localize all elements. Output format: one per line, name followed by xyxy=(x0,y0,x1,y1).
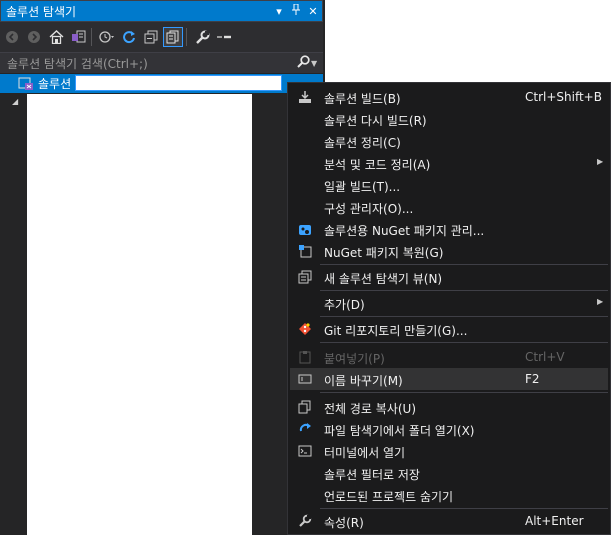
refresh-icon[interactable] xyxy=(119,27,139,47)
menu-item-shortcut: Ctrl+Shift+B xyxy=(525,90,602,104)
tree-item-label: 솔루션 xyxy=(38,77,72,91)
home-icon[interactable] xyxy=(46,27,66,47)
build-icon xyxy=(290,86,320,108)
menu-item-label: 전체 경로 복사(U) xyxy=(324,402,417,416)
pin-icon[interactable] xyxy=(288,3,304,18)
menu-item-label: 속성(R) xyxy=(324,516,364,530)
solution-explorer-search[interactable]: 솔루션 탐색기 검색(Ctrl+;) ▼ xyxy=(0,52,323,73)
menu-item-label: 붙여넣기(P) xyxy=(324,352,385,366)
menu-item-shortcut: Ctrl+V xyxy=(525,350,565,364)
menu-item-batch-build[interactable]: 일괄 빌드(T)... xyxy=(290,174,608,196)
chevron-down-icon[interactable]: ▾ xyxy=(271,5,287,18)
menu-item-label: 솔루션 빌드(B) xyxy=(324,92,401,106)
menu-item-rename[interactable]: 이름 바꾸기(M) F2 xyxy=(290,368,608,390)
preview-selected-items-icon[interactable] xyxy=(214,27,234,47)
panel-toolbar xyxy=(0,22,323,52)
switch-views-icon[interactable] xyxy=(68,27,88,47)
menu-item-label: 구성 관리자(O)... xyxy=(324,202,414,216)
open-folder-icon xyxy=(290,418,320,440)
menu-separator xyxy=(320,508,608,509)
menu-item-create-git-repository[interactable]: Git 리포지토리 만들기(G)... xyxy=(290,318,608,340)
search-input-placeholder[interactable]: 솔루션 탐색기 검색(Ctrl+;) xyxy=(7,55,295,72)
menu-item-rebuild-solution[interactable]: 솔루션 다시 빌드(R) xyxy=(290,108,608,130)
show-all-files-icon[interactable] xyxy=(163,27,183,47)
tree-expander-icon[interactable]: ◢ xyxy=(12,97,18,106)
menu-item-save-as-solution-filter[interactable]: 솔루션 필터로 저장 xyxy=(290,462,608,484)
submenu-arrow-icon: ▶ xyxy=(597,157,604,166)
rename-icon xyxy=(290,368,320,390)
menu-item-label: 솔루션용 NuGet 패키지 관리... xyxy=(324,224,485,238)
menu-separator xyxy=(320,342,608,343)
context-menu: 솔루션 빌드(B) Ctrl+Shift+B 솔루션 다시 빌드(R) 솔루션 … xyxy=(287,82,611,535)
search-options-chevron-icon[interactable]: ▼ xyxy=(311,59,323,68)
menu-item-open-in-terminal[interactable]: 터미널에서 열기 xyxy=(290,440,608,462)
menu-item-label: 터미널에서 열기 xyxy=(324,446,406,460)
nuget-restore-icon xyxy=(290,240,320,262)
menu-item-open-folder-in-file-explorer[interactable]: 파일 탐색기에서 폴더 열기(X) xyxy=(290,418,608,440)
menu-item-label: 일괄 빌드(T)... xyxy=(324,180,401,194)
menu-item-label: 언로드된 프로젝트 숨기기 xyxy=(324,490,454,504)
panel-title-bar: 솔루션 탐색기 ▾ ✕ xyxy=(0,0,323,22)
forward-icon[interactable] xyxy=(24,27,44,47)
tree-content-area xyxy=(27,94,252,535)
menu-item-label: 새 솔루션 탐색기 뷰(N) xyxy=(324,272,443,286)
copy-icon xyxy=(290,396,320,418)
terminal-icon xyxy=(290,440,320,462)
menu-item-paste[interactable]: 붙여넣기(P) Ctrl+V xyxy=(290,346,608,368)
wrench-icon xyxy=(290,510,320,532)
toolbar-separator xyxy=(186,28,187,46)
menu-item-label: 파일 탐색기에서 폴더 열기(X) xyxy=(324,424,475,438)
new-view-icon xyxy=(290,266,320,288)
solution-icon xyxy=(18,77,34,91)
toolbar-separator xyxy=(91,28,92,46)
search-icon[interactable] xyxy=(295,54,311,72)
menu-item-new-solution-explorer-view[interactable]: 새 솔루션 탐색기 뷰(N) xyxy=(290,266,608,288)
menu-separator xyxy=(320,392,608,393)
menu-item-label: 솔루션 다시 빌드(R) xyxy=(324,114,427,128)
menu-item-shortcut: Alt+Enter xyxy=(525,514,584,528)
submenu-arrow-icon: ▶ xyxy=(597,297,604,306)
menu-item-configuration-manager[interactable]: 구성 관리자(O)... xyxy=(290,196,608,218)
menu-item-label: 솔루션 필터로 저장 xyxy=(324,468,420,482)
menu-separator xyxy=(320,264,608,265)
menu-item-label: 분석 및 코드 정리(A) xyxy=(324,158,431,172)
solution-explorer-panel: 솔루션 탐색기 ▾ ✕ 솔루션 탐색기 검색(Ctrl+;) ▼ 솔루션 ◢ xyxy=(0,0,325,535)
menu-item-manage-nuget-packages[interactable]: 솔루션용 NuGet 패키지 관리... xyxy=(290,218,608,240)
menu-item-hide-unloaded-projects[interactable]: 언로드된 프로젝트 숨기기 xyxy=(290,484,608,506)
close-icon[interactable]: ✕ xyxy=(305,5,321,18)
menu-item-copy-full-path[interactable]: 전체 경로 복사(U) xyxy=(290,396,608,418)
nuget-icon xyxy=(290,218,320,240)
menu-item-label: Git 리포지토리 만들기(G)... xyxy=(324,324,468,338)
menu-item-properties[interactable]: 속성(R) Alt+Enter xyxy=(290,510,608,532)
rename-input[interactable] xyxy=(75,75,282,91)
menu-item-label: 솔루션 정리(C) xyxy=(324,136,401,150)
paste-icon xyxy=(290,346,320,368)
collapse-all-icon[interactable] xyxy=(141,27,161,47)
menu-item-analyze-code-cleanup[interactable]: 분석 및 코드 정리(A) ▶ xyxy=(290,152,608,174)
menu-item-label: 추가(D) xyxy=(324,298,365,312)
panel-title: 솔루션 탐색기 xyxy=(6,4,77,19)
back-icon[interactable] xyxy=(2,27,22,47)
menu-item-label: NuGet 패키지 복원(G) xyxy=(324,246,444,260)
git-icon xyxy=(290,318,320,340)
menu-item-label: 이름 바꾸기(M) xyxy=(324,374,403,388)
menu-separator xyxy=(320,290,608,291)
pending-changes-filter-icon[interactable] xyxy=(97,27,117,47)
menu-item-clean-solution[interactable]: 솔루션 정리(C) xyxy=(290,130,608,152)
menu-separator xyxy=(320,316,608,317)
menu-item-add[interactable]: 추가(D) ▶ xyxy=(290,292,608,314)
properties-wrench-icon[interactable] xyxy=(192,27,212,47)
menu-item-shortcut: F2 xyxy=(525,372,540,386)
menu-item-build-solution[interactable]: 솔루션 빌드(B) Ctrl+Shift+B xyxy=(290,86,608,108)
menu-item-restore-nuget-packages[interactable]: NuGet 패키지 복원(G) xyxy=(290,240,608,262)
